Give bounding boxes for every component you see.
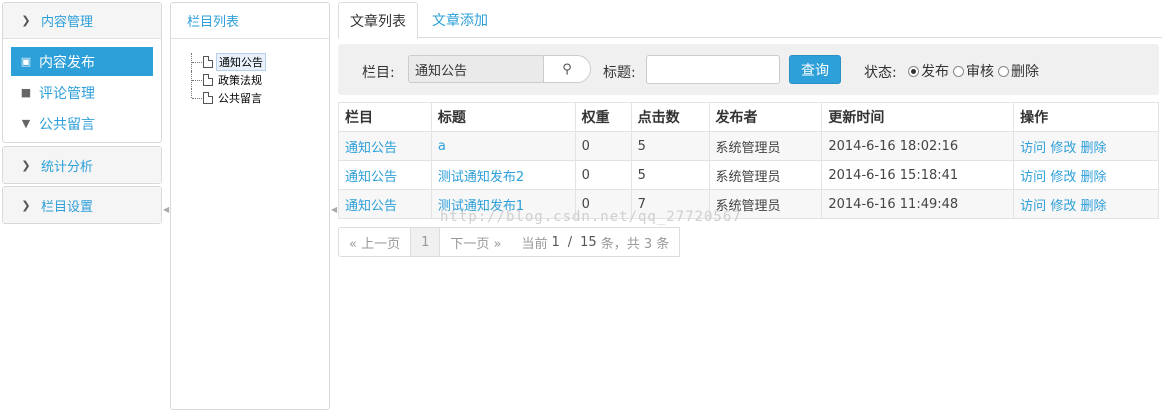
page-1-button[interactable]: 1 xyxy=(410,227,441,257)
cell-title-link[interactable]: a xyxy=(430,131,576,161)
column-header: 权重 xyxy=(574,102,632,132)
search-icon: ⚲ xyxy=(562,61,572,77)
next-page-button[interactable]: 下一页 » xyxy=(439,227,513,257)
briefcase-icon: ▣ xyxy=(20,55,32,68)
table-row: 通知公告 a 0 5 系统管理员 2014-6-16 18:02:16 访问 修… xyxy=(338,131,1159,161)
sidebar-item-content-publish[interactable]: ▣ 内容发布 xyxy=(11,47,153,76)
sidebar-item-public-message[interactable]: ▼ 公共留言 xyxy=(11,109,153,138)
query-button[interactable]: 查询 xyxy=(789,55,841,84)
visit-link[interactable]: 访问 xyxy=(1020,199,1046,214)
sidebar-item-comment-management[interactable]: ■ 评论管理 xyxy=(11,78,153,107)
watermark-text: http://blog.csdn.net/qq_27720567 xyxy=(440,209,742,225)
cell-actions: 访问 修改 删除 xyxy=(1013,189,1159,219)
page-size-value: 15 xyxy=(580,234,597,250)
visit-link[interactable]: 访问 xyxy=(1020,170,1046,185)
cell-updated: 2014-6-16 18:02:16 xyxy=(821,131,1015,161)
status-label: 状态: xyxy=(864,65,897,81)
cell-actions: 访问 修改 删除 xyxy=(1013,160,1159,190)
column-header: 点击数 xyxy=(630,102,710,132)
column-search-button[interactable]: ⚲ xyxy=(543,55,591,83)
tree-node-label: 公共留言 xyxy=(218,92,262,105)
tree-node-public-message[interactable]: 公共留言 xyxy=(191,89,266,107)
column-settings-panel: ❯ 栏目设置 xyxy=(2,186,162,224)
cell-actions: 访问 修改 删除 xyxy=(1013,131,1159,161)
status-radio-delete[interactable]: 删除 xyxy=(998,61,1039,81)
tab-article-list[interactable]: 文章列表 xyxy=(338,2,418,39)
tree-node-label: 通知公告 xyxy=(216,53,266,71)
prev-page-button[interactable]: « 上一页 xyxy=(338,227,412,257)
cell-column-link[interactable]: 通知公告 xyxy=(338,160,432,190)
column-label: 栏目: xyxy=(362,65,395,81)
document-icon xyxy=(203,56,213,68)
cell-publisher: 系统管理员 xyxy=(708,160,823,190)
status-radio-publish[interactable]: 发布 xyxy=(908,61,949,81)
column-header: 更新时间 xyxy=(821,102,1015,132)
delete-link[interactable]: 删除 xyxy=(1080,199,1106,214)
cell-column-link[interactable]: 通知公告 xyxy=(338,189,432,219)
cell-column-link[interactable]: 通知公告 xyxy=(338,131,432,161)
status-radio-review[interactable]: 审核 xyxy=(953,61,994,81)
tree-title: 栏目列表 xyxy=(171,3,329,39)
cell-weight: 0 xyxy=(574,131,632,161)
column-header: 标题 xyxy=(430,102,576,132)
group-title: 统计分析 xyxy=(41,159,94,175)
cell-updated: 2014-6-16 11:49:48 xyxy=(821,189,1015,219)
title-label: 标题: xyxy=(603,65,636,81)
sidebar-item-label: 公共留言 xyxy=(39,116,95,133)
edit-link[interactable]: 修改 xyxy=(1050,170,1076,185)
column-tree-panel: 栏目列表 通知公告 政策法规 公共留言 xyxy=(170,2,330,410)
column-header: 发布者 xyxy=(708,102,823,132)
filter-bar: 栏目: 通知公告 ⚲ 标题: 查询 状态: 发布 审核 删除 xyxy=(338,44,1159,95)
column-settings-header[interactable]: ❯ 栏目设置 xyxy=(3,187,161,223)
document-icon xyxy=(203,74,213,86)
comment-icon: ■ xyxy=(20,86,32,99)
edit-link[interactable]: 修改 xyxy=(1050,141,1076,156)
sidebar-item-label: 内容发布 xyxy=(39,54,95,71)
table-row: 通知公告 测试通知发布2 0 5 系统管理员 2014-6-16 15:18:4… xyxy=(338,160,1159,190)
statistics-header[interactable]: ❯ 统计分析 xyxy=(3,147,161,183)
tree-node-label: 政策法规 xyxy=(218,74,262,87)
filter-icon: ▼ xyxy=(21,117,31,130)
pagination: « 上一页 1 下一页 » 当前 1 / 15 条，共 3 条 xyxy=(338,227,681,257)
column-select-input[interactable]: 通知公告 xyxy=(408,55,544,83)
status-radio-group: 发布 审核 删除 xyxy=(908,61,1043,81)
tree-node-notice[interactable]: 通知公告 xyxy=(191,53,266,71)
content-management-panel: ❯ 内容管理 ▣ 内容发布 ■ 评论管理 ▼ 公共留言 xyxy=(2,2,162,143)
content-management-header[interactable]: ❯ 内容管理 xyxy=(3,3,161,39)
chevron-right-icon: ❯ xyxy=(21,198,31,212)
table-header-row: 栏目 标题 权重 点击数 发布者 更新时间 操作 xyxy=(338,102,1159,132)
edit-link[interactable]: 修改 xyxy=(1050,199,1076,214)
column-tree: 通知公告 政策法规 公共留言 xyxy=(191,53,266,107)
delete-link[interactable]: 删除 xyxy=(1080,170,1106,185)
visit-link[interactable]: 访问 xyxy=(1020,141,1046,156)
page-info: 当前 1 / 15 条，共 3 条 xyxy=(511,227,681,257)
statistics-panel: ❯ 统计分析 xyxy=(2,146,162,184)
cell-title-link[interactable]: 测试通知发布2 xyxy=(430,160,576,190)
tab-bar: 文章列表 文章添加 xyxy=(338,2,1162,39)
article-table: 栏目 标题 权重 点击数 发布者 更新时间 操作 通知公告 a 0 5 系统管理… xyxy=(338,102,1159,219)
cell-updated: 2014-6-16 15:18:41 xyxy=(821,160,1015,190)
cell-publisher: 系统管理员 xyxy=(708,131,823,161)
cell-weight: 0 xyxy=(574,160,632,190)
tab-article-add[interactable]: 文章添加 xyxy=(420,2,500,38)
page-number-input[interactable]: 1 xyxy=(551,235,559,250)
tree-node-policy[interactable]: 政策法规 xyxy=(191,71,266,89)
column-header: 栏目 xyxy=(338,102,432,132)
sidebar: ❯ 内容管理 ▣ 内容发布 ■ 评论管理 ▼ 公共留言 ❯ 统计分析 ❯ 栏目设… xyxy=(2,2,162,224)
delete-link[interactable]: 删除 xyxy=(1080,141,1106,156)
cell-clicks: 5 xyxy=(630,131,710,161)
collapse-left-icon[interactable]: ◀ xyxy=(163,205,169,214)
cell-clicks: 5 xyxy=(630,160,710,190)
group-title: 内容管理 xyxy=(41,15,94,30)
document-icon xyxy=(203,92,213,104)
title-input[interactable] xyxy=(646,55,780,84)
collapse-left-icon[interactable]: ◀ xyxy=(331,205,337,214)
chevron-down-icon: ❯ xyxy=(21,14,31,27)
group-title: 栏目设置 xyxy=(41,199,94,215)
sidebar-item-label: 评论管理 xyxy=(39,85,95,102)
column-header: 操作 xyxy=(1013,102,1159,132)
chevron-right-icon: ❯ xyxy=(21,158,31,172)
